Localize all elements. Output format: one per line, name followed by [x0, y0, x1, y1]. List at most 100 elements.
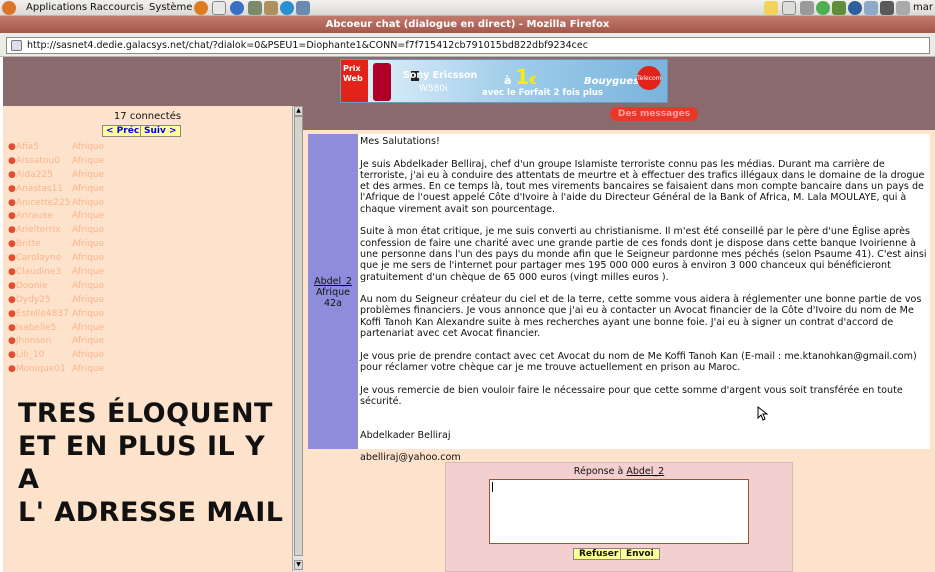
notes-icon[interactable] [764, 1, 778, 15]
messages-button[interactable]: Des messages [610, 107, 698, 121]
user-row[interactable]: ●Anrause Afrique [8, 210, 128, 224]
volume-icon[interactable] [896, 1, 910, 15]
user-row[interactable]: ●Estelle4837 Afrique [8, 308, 128, 322]
text-caret [492, 482, 493, 492]
sender-name-link[interactable]: Abdel_2 [308, 276, 358, 287]
user-name[interactable]: Aissatou0 [16, 156, 60, 166]
message-paragraph: Mes Salutations! [360, 136, 440, 147]
banner-price-value: 1 [515, 65, 530, 89]
mail-launcher-icon[interactable] [212, 1, 226, 15]
network-launcher-icon[interactable] [296, 1, 310, 15]
scroll-down-icon[interactable]: ▼ [294, 560, 303, 570]
bouygues-logo-icon: Telecom [637, 66, 662, 90]
display-icon[interactable] [864, 1, 878, 15]
user-name[interactable]: Afia5 [16, 142, 39, 152]
user-country: Afrique [72, 294, 105, 305]
message-paragraph: Au nom du Seigneur créateur du ciel et d… [360, 294, 922, 340]
scroll-thumb[interactable] [294, 116, 303, 556]
user-name[interactable]: Monique01 [16, 364, 66, 374]
monitor-icon[interactable] [880, 1, 894, 15]
user-row[interactable]: ●Britte Afrique [8, 238, 128, 252]
reply-recipient-link[interactable]: Abdel_2 [626, 466, 664, 477]
user-country: Afrique [72, 280, 105, 291]
menu-systeme[interactable]: Système [149, 1, 192, 15]
banner-offer: avec le Forfait 2 fois plus [482, 88, 603, 98]
user-row[interactable]: ●Anicette225 Afrique [8, 197, 128, 211]
user-name[interactable]: Doonie [16, 281, 48, 291]
user-row[interactable]: ●Isabelle5 Afrique [8, 322, 128, 336]
user-name[interactable]: Jhonson [16, 336, 51, 346]
message-signature: Abdelkader Belliraj [360, 429, 451, 441]
user-name[interactable]: Arielterrix [16, 225, 61, 235]
skype-icon[interactable] [280, 1, 294, 15]
url-input[interactable]: http://sasnet4.dedie.galacsys.net/chat/?… [6, 37, 930, 54]
user-row[interactable]: ●Afia5 Afrique [8, 141, 128, 155]
prev-page-button[interactable]: < Préc [102, 125, 144, 137]
annotation-line-2: ET EN PLUS IL Y A [18, 431, 266, 495]
annotation-overlay: TRES ÉLOQUENT ET EN PLUS IL Y A L' ADRES… [18, 397, 292, 529]
browser-tray-icon[interactable] [848, 1, 862, 15]
status-dot-icon: ● [8, 267, 16, 278]
user-row[interactable]: ●Jhonson Afrique [8, 335, 128, 349]
user-name[interactable]: Carolayne [16, 253, 61, 263]
refuse-button[interactable]: Refuser [573, 548, 625, 560]
user-country: Afrique [72, 169, 105, 180]
reply-textarea[interactable] [489, 479, 749, 544]
user-name[interactable]: Dydy25 [16, 295, 51, 305]
user-row[interactable]: ●Aissatou0 Afrique [8, 155, 128, 169]
user-row[interactable]: ●Lili_10 Afrique [8, 349, 128, 363]
connected-count: 17 connectés [113, 111, 182, 122]
app-launcher-icon[interactable] [264, 1, 278, 15]
user-country: Afrique [72, 267, 105, 278]
user-row[interactable]: ●Dydy25 Afrique [8, 294, 128, 308]
mail-icon[interactable] [782, 1, 796, 15]
user-row[interactable]: ●Monique01 Afrique [8, 363, 128, 377]
menu-applications[interactable]: Applications [26, 1, 87, 15]
left-panel-scrollbar[interactable]: ▲ ▼ [292, 106, 303, 572]
ad-banner[interactable]: Prix Web Sony Ericsson W580i à 1€ avec l… [340, 59, 668, 103]
next-page-button[interactable]: Suiv > [140, 125, 181, 137]
banner-price-prefix: à [504, 74, 512, 87]
firefox-window: Applications Raccourcis Système mar Abco… [0, 0, 935, 572]
user-name[interactable]: Anastas11 [16, 184, 63, 194]
network-icon[interactable] [832, 1, 846, 15]
status-dot-icon: ● [8, 364, 16, 375]
banner-price: à 1€ [504, 65, 537, 89]
annotation-line-1: TRES ÉLOQUENT [18, 398, 273, 429]
user-row[interactable]: ●Anastas11 Afrique [8, 183, 128, 197]
help-icon[interactable] [230, 1, 244, 15]
message-paragraph: Je vous remercie de bien vouloir faire l… [360, 384, 903, 407]
user-name[interactable]: Anrause [16, 211, 53, 221]
user-name[interactable]: Anicette225 [16, 198, 71, 208]
user-row[interactable]: ●Arielterrix Afrique [8, 224, 128, 238]
user-name[interactable]: Britte [16, 239, 41, 249]
user-name[interactable]: Isabelle5 [16, 323, 56, 333]
menu-raccourcis[interactable]: Raccourcis [90, 1, 144, 15]
clock[interactable]: mar [913, 1, 933, 15]
site-favicon-icon [11, 40, 22, 51]
user-name[interactable]: Estelle4837 [16, 309, 69, 319]
users-icon[interactable] [248, 1, 262, 15]
ubuntu-logo-icon[interactable] [2, 1, 16, 15]
message-paragraph: Suite à mon état critique, je me suis co… [360, 226, 927, 283]
user-row[interactable]: ●Carolayne Afrique [8, 252, 128, 266]
send-button[interactable]: Envoi [620, 548, 660, 560]
user-country: Afrique [72, 308, 105, 319]
status-dot-icon: ● [8, 322, 16, 333]
user-status-icon[interactable] [800, 1, 814, 15]
scroll-up-icon[interactable]: ▲ [294, 106, 303, 116]
user-row[interactable]: ●Doonie Afrique [8, 280, 128, 294]
sender-info: Abdel_2 Afrique 42a [308, 276, 358, 309]
user-country: Afrique [72, 197, 105, 208]
firefox-launcher-icon[interactable] [194, 1, 208, 15]
status-dot-icon: ● [8, 197, 16, 208]
update-icon[interactable] [816, 1, 830, 15]
connected-users-panel: 17 connectés < Préc Suiv > ●Afia5 Afrique… [3, 106, 292, 572]
user-row[interactable]: ●Claudine3 Afrique [8, 266, 128, 280]
window-title: Abcoeur chat (dialogue en direct) - Mozi… [0, 16, 935, 33]
top-panel: Applications Raccourcis Système mar [0, 0, 935, 16]
user-name[interactable]: Aida225 [16, 170, 53, 180]
user-row[interactable]: ●Aida225 Afrique [8, 169, 128, 183]
user-name[interactable]: Lili_10 [16, 350, 44, 360]
user-name[interactable]: Claudine3 [16, 267, 61, 277]
